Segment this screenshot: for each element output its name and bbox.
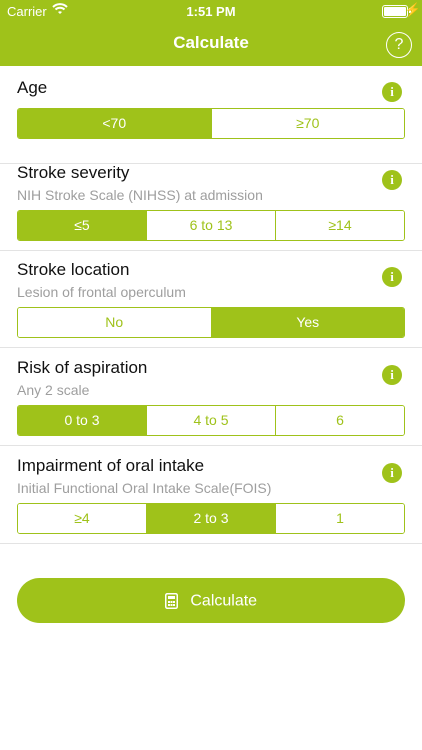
status-bar: Carrier 1:51 PM ⚡ xyxy=(0,0,422,22)
calculate-button-label: Calculate xyxy=(190,592,258,610)
segment-option[interactable]: 4 to 5 xyxy=(146,406,275,435)
navigation-bar: Carrier 1:51 PM ⚡ Calculate ? xyxy=(0,0,422,66)
segment-option[interactable]: ≥70 xyxy=(210,109,404,138)
segment-option[interactable]: 1 xyxy=(275,504,404,533)
segmented-control: No Yes xyxy=(17,307,405,338)
segmented-control: ≤5 6 to 13 ≥14 xyxy=(17,210,405,241)
info-icon[interactable]: i xyxy=(382,82,402,102)
info-icon[interactable]: i xyxy=(382,267,402,287)
section-subtitle: NIH Stroke Scale (NIHSS) at admission xyxy=(17,187,263,203)
clock: 1:51 PM xyxy=(186,4,236,19)
section-subtitle: Any 2 scale xyxy=(17,382,90,398)
segmented-control: <70 ≥70 xyxy=(17,108,405,139)
section-subtitle: Lesion of frontal operculum xyxy=(17,284,186,300)
section-label: Risk of aspiration xyxy=(17,358,148,377)
info-icon[interactable]: i xyxy=(382,463,402,483)
segment-option[interactable]: <70 xyxy=(18,109,211,138)
info-icon[interactable]: i xyxy=(382,365,402,385)
segment-option[interactable]: Yes xyxy=(210,308,404,337)
section-3: Risk of aspiration Any 2 scale i 0 to 34 to… xyxy=(0,348,422,446)
section-0: Age i <70 ≥70 xyxy=(0,66,422,164)
segment-option[interactable]: 2 to 3 xyxy=(146,504,275,533)
section-1: Stroke severity NIH Stroke Scale (NIHSS) … xyxy=(0,153,422,251)
section-subtitle: Initial Functional Oral Intake Scale(FOI… xyxy=(17,480,272,496)
segment-option[interactable]: 6 xyxy=(275,406,404,435)
segment-option[interactable]: 0 to 3 xyxy=(18,406,146,435)
section-2: Stroke location Lesion of frontal opercul… xyxy=(0,250,422,348)
help-button[interactable]: ? xyxy=(386,32,412,58)
page-title: Calculate xyxy=(173,33,249,52)
segment-option[interactable]: ≥14 xyxy=(275,211,404,240)
section-label: Age xyxy=(17,78,48,97)
calculator-icon xyxy=(164,592,178,609)
segmented-control: 0 to 34 to 56 xyxy=(17,405,405,436)
segment-option[interactable]: ≤5 xyxy=(18,211,146,240)
calculate-button[interactable]: Calculate xyxy=(17,578,405,623)
charging-icon: ⚡ xyxy=(404,2,421,17)
section-label: Stroke location xyxy=(17,260,130,279)
segmented-control: ≥4 2 to 31 xyxy=(17,503,405,534)
segment-option[interactable]: ≥4 xyxy=(18,504,146,533)
section-label: Stroke severity xyxy=(17,163,130,182)
section-divider xyxy=(0,543,422,544)
segment-option[interactable]: 6 to 13 xyxy=(146,211,275,240)
section-label: Impairment of oral intake xyxy=(17,456,205,475)
section-4: Impairment of oral intake Initial Functio… xyxy=(0,446,422,544)
segment-option[interactable]: No xyxy=(18,308,211,337)
info-icon[interactable]: i xyxy=(382,170,402,190)
